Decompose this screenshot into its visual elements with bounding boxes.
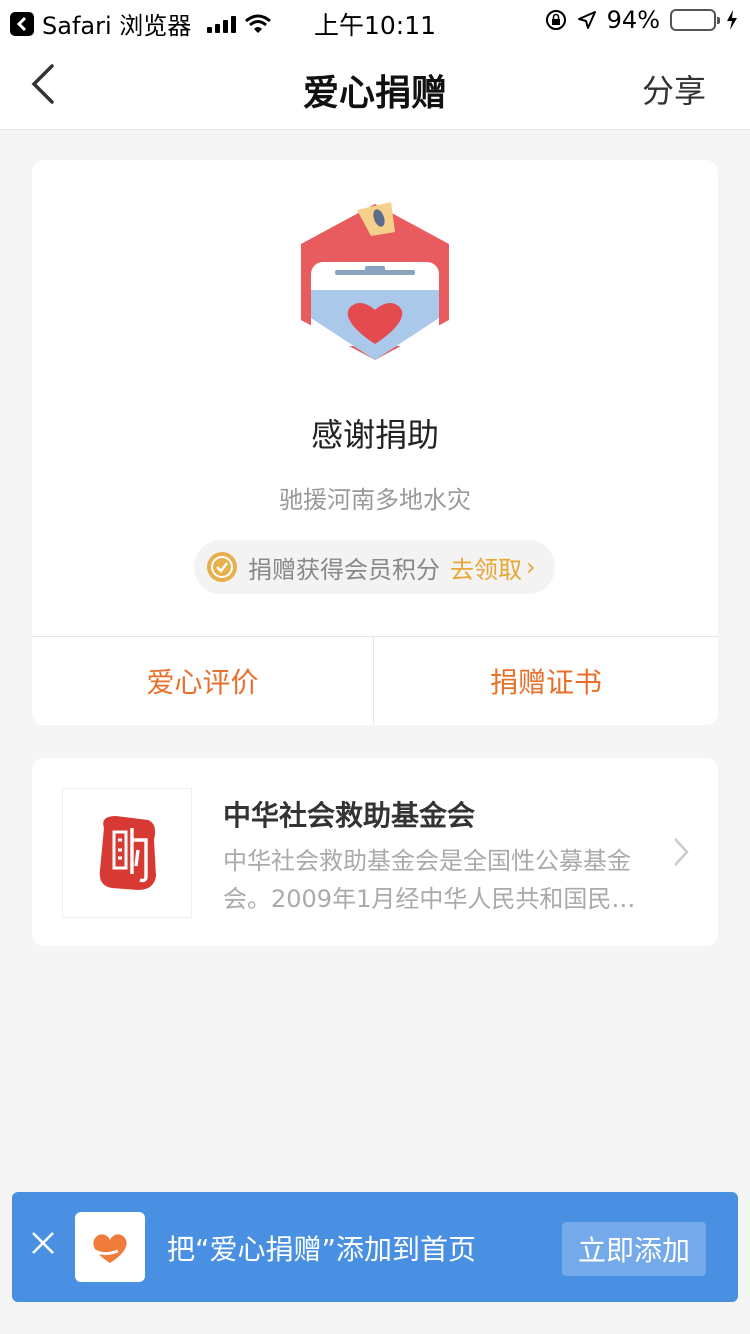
claim-points-label: 去领取 (450, 555, 522, 584)
donation-box-icon (301, 202, 449, 360)
points-text: 捐赠获得会员积分 (248, 555, 440, 584)
chevron-right-icon (674, 838, 689, 866)
donation-certificate-button[interactable]: 捐赠证书 (374, 637, 718, 725)
app-icon (75, 1212, 145, 1282)
close-icon[interactable] (30, 1230, 56, 1256)
page-title: 爱心捐赠 (302, 73, 447, 114)
chevron-right-icon: › (526, 553, 536, 581)
nav-bar: 爱心捐赠 分享 (0, 42, 750, 130)
battery-percent: 94% (606, 6, 660, 34)
organization-name: 中华社会救助基金会 (223, 799, 476, 832)
charging-icon (727, 10, 737, 30)
heart-hand-icon (91, 1234, 127, 1263)
add-to-home-banner: 把“爱心捐赠”添加到首页 立即添加 (12, 1192, 738, 1302)
battery-icon (670, 9, 720, 31)
love-review-button[interactable]: 爱心评价 (32, 637, 373, 725)
seal-logo-icon (99, 816, 156, 890)
location-icon (577, 11, 596, 29)
status-bar: Safari 浏览器 上午10:11 94% (0, 0, 750, 42)
add-now-button[interactable]: 立即添加 (562, 1222, 706, 1276)
donation-result-card: 感谢捐助 驰援河南多地水灾 捐赠获得会员积分 去领取 › 爱心评价 捐赠证书 (32, 160, 718, 725)
banner-text: 把“爱心捐赠”添加到首页 (167, 1233, 477, 1266)
status-right: 94% (545, 6, 738, 34)
project-name: 驰援河南多地水灾 (279, 486, 471, 514)
share-button[interactable]: 分享 (642, 66, 706, 112)
thanks-title: 感谢捐助 (310, 416, 439, 454)
organization-card[interactable]: 中华社会救助基金会 中华社会救助基金会是全国性公募基金会。2009年1月经中华人… (32, 758, 718, 946)
organization-logo (62, 788, 192, 918)
organization-description: 中华社会救助基金会是全国性公募基金会。2009年1月经中华人民共和国民… (223, 847, 636, 913)
points-coin-icon (207, 552, 237, 582)
claim-points-button[interactable]: 捐赠获得会员积分 去领取 › (194, 540, 555, 594)
orientation-lock-icon (545, 10, 566, 30)
